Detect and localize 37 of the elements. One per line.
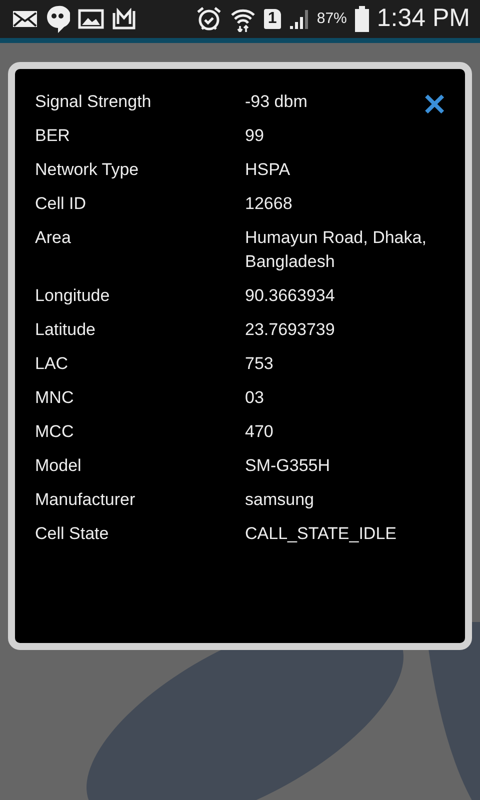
field-value: 470 bbox=[245, 421, 274, 443]
status-time: 1:34 PM bbox=[376, 3, 470, 34]
chat-bubble-icon bbox=[46, 5, 70, 33]
field-value: SM-G355H bbox=[245, 455, 330, 477]
field-value: 90.3663934 bbox=[245, 285, 335, 307]
field-label: Cell State bbox=[35, 523, 110, 545]
email-icon bbox=[12, 10, 38, 28]
field-label: Signal Strength bbox=[35, 91, 152, 113]
field-value: Humayun Road, Dhaka, Bangladesh bbox=[245, 227, 428, 273]
field-value: -93 dbm bbox=[245, 91, 308, 113]
field-label: Latitude bbox=[35, 319, 96, 341]
field-label: MCC bbox=[35, 421, 75, 443]
field-value: 99 bbox=[245, 125, 264, 147]
field-label: MNC bbox=[35, 387, 75, 409]
field-label: Longitude bbox=[35, 285, 111, 307]
sim-indicator: 1 bbox=[264, 9, 281, 29]
field-label: Network Type bbox=[35, 159, 140, 181]
battery-icon bbox=[354, 6, 369, 32]
close-button[interactable]: ✕ bbox=[422, 91, 447, 121]
field-label: LAC bbox=[35, 353, 70, 375]
battery-percentage: 87% bbox=[316, 8, 347, 29]
field-value: samsung bbox=[245, 489, 314, 511]
image-icon bbox=[78, 9, 104, 29]
field-label: BER bbox=[35, 125, 71, 147]
field-label: Area bbox=[35, 227, 72, 249]
field-value: 23.7693739 bbox=[245, 319, 335, 341]
field-value: 753 bbox=[245, 353, 274, 375]
field-value: CALL_STATE_IDLE bbox=[245, 523, 396, 545]
field-label: Cell ID bbox=[35, 193, 88, 215]
signal-icon bbox=[288, 8, 309, 30]
field-label: Manufacturer bbox=[35, 489, 136, 511]
field-value: HSPA bbox=[245, 159, 290, 181]
field-label: Model bbox=[35, 455, 82, 477]
field-value: 03 bbox=[245, 387, 264, 409]
alarm-icon bbox=[196, 6, 222, 32]
field-value: 12668 bbox=[245, 193, 292, 215]
mail-app-icon bbox=[112, 8, 136, 30]
